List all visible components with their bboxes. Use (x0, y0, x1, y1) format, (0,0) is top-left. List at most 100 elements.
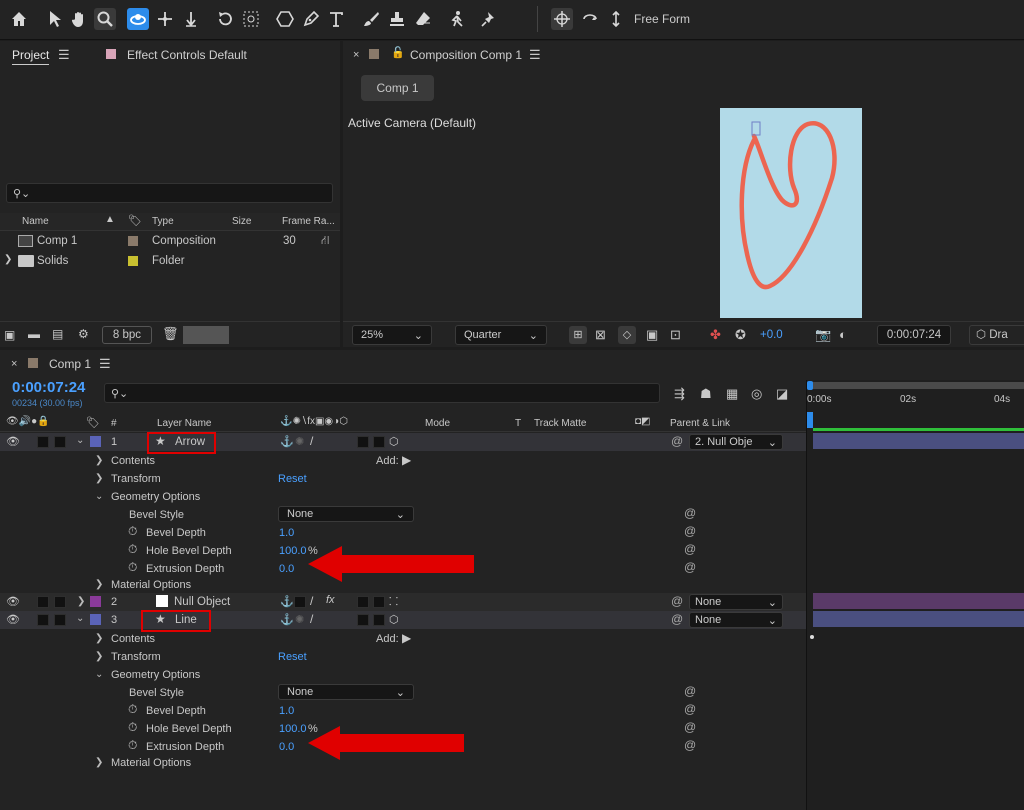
pick-whip-icon[interactable]: @ (684, 560, 696, 574)
hole-bevel-value[interactable]: 100.0 (279, 545, 307, 557)
add-menu-icon[interactable]: ▶ (402, 631, 411, 645)
prop-geometry-options[interactable]: Geometry Options (111, 491, 200, 503)
close-icon[interactable]: × (11, 358, 17, 370)
collapse-icon[interactable]: ✺ (295, 613, 304, 626)
lock-icon[interactable]: 🔓 (391, 46, 405, 59)
render-settings-icon[interactable]: ⚙ (78, 327, 89, 341)
label-tag-icon[interactable]: 🏷 (128, 214, 142, 227)
motion-blur-toggle[interactable] (357, 596, 369, 608)
stopwatch-icon[interactable]: ⏱ (128, 542, 137, 557)
work-area-bar[interactable] (809, 382, 1024, 389)
col-frame-rate[interactable]: Frame Ra... (282, 216, 335, 227)
timeline-search-input[interactable]: ⚲⌄ (104, 383, 660, 403)
tab-project[interactable]: Project (12, 48, 50, 65)
tab-timeline-comp[interactable]: Comp 1 (49, 357, 91, 371)
transform-reset[interactable]: Reset (278, 651, 307, 663)
project-item-solids[interactable]: ❯ Solids Folder (0, 252, 340, 271)
hand-tool-icon[interactable] (68, 8, 90, 30)
playhead-marker[interactable] (807, 412, 813, 428)
chevron-right-icon[interactable]: ❯ (4, 254, 12, 265)
prop-contents[interactable]: Contents (111, 455, 155, 467)
eye-icon[interactable]: 👁 (6, 613, 20, 626)
draft-3d-button[interactable]: ⬡ Dra (969, 325, 1024, 345)
pen-tool-icon[interactable] (300, 8, 322, 30)
solo-toggle[interactable] (37, 596, 49, 608)
work-area-start-handle[interactable] (807, 381, 813, 390)
keyframe-dot[interactable] (810, 635, 814, 639)
prop-transform[interactable]: Transform (111, 651, 161, 663)
tab-composition[interactable]: Composition Comp 1 (410, 48, 522, 62)
camera-orbit-mode-icon[interactable] (579, 8, 601, 30)
add-menu-icon[interactable]: ▶ (402, 453, 411, 467)
grid-guides-icon[interactable]: ⊡ (670, 327, 681, 343)
pick-whip-icon[interactable]: @ (684, 506, 696, 520)
bevel-depth-value[interactable]: 1.0 (279, 527, 294, 539)
chevron-right-icon[interactable]: ❯ (95, 651, 103, 662)
col-track-matte[interactable]: Track Matte (534, 418, 586, 429)
comp-timecode[interactable]: 0:00:07:24 (877, 325, 951, 345)
stopwatch-icon[interactable]: ⏱ (128, 560, 137, 575)
quality-icon[interactable]: / (310, 594, 313, 608)
bevel-depth-value[interactable]: 1.0 (279, 705, 294, 717)
layer-label-swatch[interactable] (90, 596, 101, 607)
extrusion-depth-value[interactable]: 0.0 (279, 563, 294, 575)
adjustment-toggle[interactable] (373, 436, 385, 448)
resolution-select[interactable]: Quarter ⌄ (455, 325, 547, 345)
bit-depth-button[interactable]: 8 bpc (102, 326, 152, 344)
motion-blur-toggle[interactable] (357, 436, 369, 448)
layer-row-arrow[interactable]: 👁 ⌄ 1 ★ Arrow ⚓ ✺ / ⬡ @ 2. Null Obje ⌄ (0, 433, 806, 451)
prop-material-options[interactable]: Material Options (111, 579, 191, 591)
3d-layer-icon[interactable]: ⬡ (389, 613, 399, 626)
pick-whip-icon[interactable]: @ (671, 594, 683, 608)
timeline-graph-area[interactable]: 0:00s 02s 04s (806, 380, 1024, 810)
pick-whip-icon[interactable]: @ (671, 434, 683, 448)
frame-blending-icon[interactable]: ▦ (726, 386, 738, 402)
stopwatch-icon[interactable]: ⏱ (128, 720, 137, 735)
pan-camera-tool-icon[interactable] (154, 8, 176, 30)
shy-icon[interactable]: ⚓ (280, 435, 294, 448)
quality-icon[interactable]: / (310, 612, 313, 626)
dolly-camera-tool-icon[interactable] (180, 8, 202, 30)
pick-whip-icon[interactable]: @ (684, 524, 696, 538)
collapse-icon[interactable]: ✺ (295, 435, 304, 448)
tab-menu-icon[interactable]: ☰ (99, 356, 111, 372)
prop-material-options[interactable]: Material Options (111, 757, 191, 769)
adjustment-toggle[interactable] (373, 596, 385, 608)
mask-visibility-icon[interactable]: ◇ (618, 326, 636, 344)
roto-brush-tool-icon[interactable] (446, 8, 468, 30)
solo-toggle[interactable] (37, 436, 49, 448)
eye-icon[interactable]: 👁 (6, 435, 20, 448)
universal-axis-icon[interactable] (551, 8, 573, 30)
adjustment-toggle[interactable] (373, 614, 385, 626)
parent-select[interactable]: None ⌄ (689, 612, 783, 628)
vertical-axis-icon[interactable] (605, 8, 627, 30)
pick-whip-icon[interactable]: @ (684, 738, 696, 752)
current-timecode[interactable]: 0:00:07:24 (12, 379, 85, 396)
exposure-value[interactable]: +0.0 (760, 329, 783, 341)
effects-fx-icon[interactable]: fx (326, 594, 335, 606)
stopwatch-icon[interactable]: ⏱ (128, 738, 137, 753)
label-tag-icon[interactable]: 🏷 (86, 416, 100, 429)
parent-select[interactable]: 2. Null Obje ⌄ (689, 434, 783, 450)
comp-subtab[interactable]: Comp 1 (361, 75, 434, 101)
type-tool-icon[interactable] (326, 8, 348, 30)
transparency-grid-icon[interactable]: ⊠ (595, 327, 606, 343)
shape-tool-icon[interactable] (274, 8, 296, 30)
chevron-down-icon[interactable]: ⌄ (95, 491, 103, 502)
chevron-right-icon[interactable]: ❯ (95, 455, 103, 466)
chevron-down-icon[interactable]: ⌄ (76, 613, 84, 624)
prop-transform[interactable]: Transform (111, 473, 161, 485)
clone-stamp-tool-icon[interactable] (386, 8, 408, 30)
prop-contents[interactable]: Contents (111, 633, 155, 645)
layer-label-swatch[interactable] (90, 436, 101, 447)
new-composition-icon[interactable]: ▤ (52, 327, 63, 341)
eye-icon[interactable]: 👁 (6, 595, 20, 608)
bevel-style-select[interactable]: None ⌄ (278, 684, 414, 700)
bevel-style-select[interactable]: None ⌄ (278, 506, 414, 522)
close-icon[interactable]: × (353, 49, 359, 61)
hole-bevel-value[interactable]: 100.0 (279, 723, 307, 735)
chevron-right-icon[interactable]: ❯ (77, 596, 85, 607)
parent-select[interactable]: None ⌄ (689, 594, 783, 610)
composition-mini-flowchart-icon[interactable]: ⇶ (674, 386, 685, 402)
fast-previews-icon[interactable]: ⊞ (569, 326, 587, 344)
